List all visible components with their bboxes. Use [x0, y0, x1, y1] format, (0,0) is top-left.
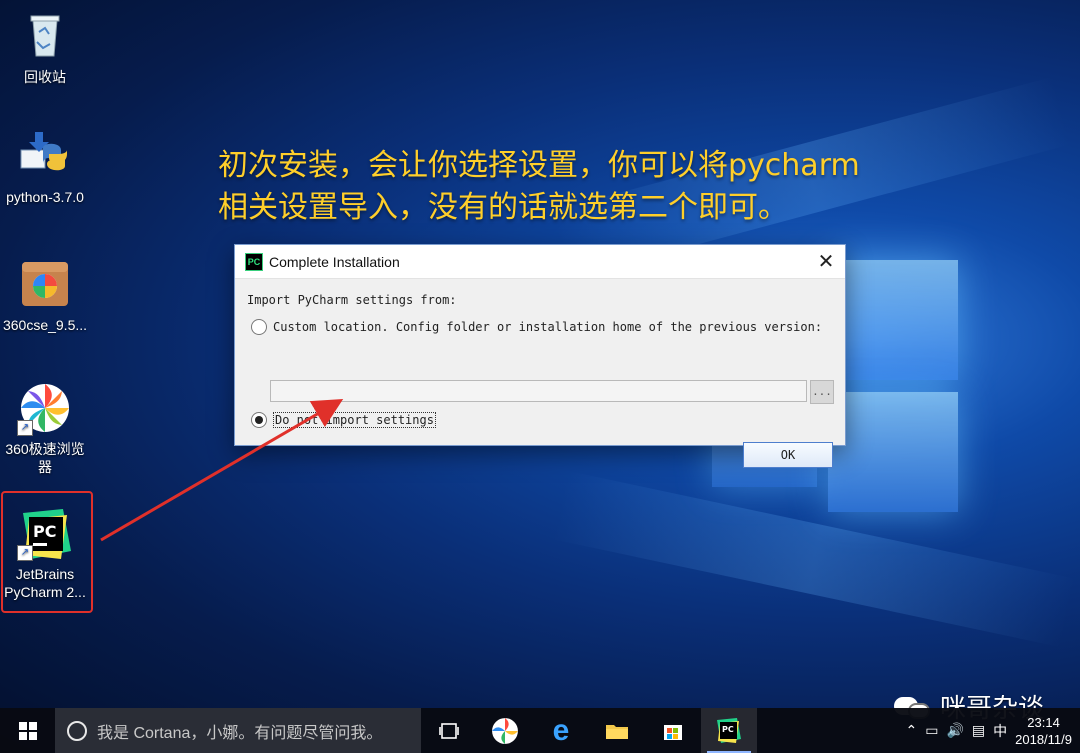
volume-icon[interactable]: 🔊 [946, 722, 963, 739]
search-placeholder: 我是 Cortana，小娜。有问题尽管问我。 [97, 724, 383, 742]
cortana-search-box[interactable]: 我是 Cortana，小娜。有问题尽管问我。 [55, 708, 421, 753]
shortcut-arrow-icon: ↗ [17, 420, 33, 436]
start-button[interactable] [0, 708, 55, 753]
annotation-line: 相关设置导入，没有的话就选第二个即可。 [218, 190, 788, 225]
recycle-bin-icon [19, 10, 71, 62]
taskbar-edge[interactable]: e [533, 708, 589, 753]
notification-icon[interactable]: ▤ [972, 722, 985, 739]
dialog-titlebar: PC Complete Installation ✕ [235, 245, 845, 279]
network-icon[interactable]: ▭ [925, 722, 938, 739]
svg-text:PC: PC [722, 725, 734, 734]
do-not-import-option[interactable]: Do not import settings [251, 412, 436, 428]
clock-date: 2018/11/9 [1015, 731, 1072, 747]
pycharm-icon: PC [245, 252, 263, 271]
config-path-input[interactable] [270, 380, 807, 402]
custom-location-option[interactable]: Custom location. Config folder or instal… [251, 319, 822, 335]
chevron-up-icon[interactable]: ⌃ [905, 722, 917, 739]
complete-installation-dialog: PC Complete Installation ✕ Import PyChar… [234, 244, 846, 468]
windows-logo-pane [828, 260, 958, 380]
pycharm-icon: PC [717, 717, 741, 743]
windows-logo-icon [18, 721, 37, 740]
close-icon: ✕ [817, 251, 835, 273]
taskbar-store[interactable] [645, 708, 701, 753]
taskbar-pycharm[interactable]: PC [701, 708, 757, 753]
desktop-icon-label: python-3.7.0 [6, 189, 84, 205]
installer-box-icon [19, 258, 71, 310]
taskbar-file-explorer[interactable] [589, 708, 645, 753]
browser-icon [492, 717, 518, 744]
light-beam [552, 470, 1076, 648]
import-prompt: Import PyCharm settings from: [247, 293, 457, 307]
desktop-icon-python[interactable]: python-3.7.0 [0, 130, 90, 206]
desktop-icon-label: 360极速浏览器 [5, 441, 85, 475]
highlight-box [1, 491, 93, 613]
annotation-line: 初次安装，会让你选择设置，你可以将pycharm [218, 148, 860, 183]
custom-location-label: Custom location. Config folder or instal… [273, 320, 823, 334]
dialog-body: Import PyCharm settings from: Custom loc… [235, 279, 845, 468]
file-explorer-icon [606, 724, 628, 739]
browse-button[interactable]: ... [810, 380, 834, 404]
do-not-import-radio[interactable] [251, 412, 267, 428]
system-tray: ⌃ ▭ 🔊 ▤ 中 23:14 2018/11/9 [905, 708, 1072, 753]
annotation-text: 初次安装，会让你选择设置，你可以将pycharm 相关设置导入，没有的话就选第二… [218, 145, 888, 229]
browser-icon: ↗ [17, 382, 71, 436]
desktop-icon-360-browser[interactable]: ↗ 360极速浏览器 [0, 382, 90, 476]
ime-indicator[interactable]: 中 [993, 721, 1007, 741]
cortana-icon [67, 720, 87, 741]
task-view-icon [439, 722, 459, 739]
dialog-title: Complete Installation [269, 253, 400, 270]
custom-location-radio[interactable] [251, 319, 267, 335]
windows-logo-pane [828, 392, 958, 512]
python-installer-icon [19, 130, 71, 182]
desktop-icon-label: 回收站 [24, 69, 66, 85]
store-icon [664, 724, 682, 740]
close-button[interactable]: ✕ [807, 246, 845, 278]
desktop-icon-label: 360cse_9.5... [2, 317, 88, 333]
desktop-icon-360cse[interactable]: 360cse_9.5... [0, 258, 90, 334]
taskbar: 我是 Cortana，小娜。有问题尽管问我。 e PC ⌃ ▭ 🔊 ▤ 中 23… [0, 708, 1080, 753]
do-not-import-label: Do not import settings [273, 412, 436, 428]
task-view-button[interactable] [421, 708, 477, 753]
taskbar-360-browser[interactable] [477, 708, 533, 753]
desktop-icon-recycle-bin[interactable]: 回收站 [0, 10, 90, 86]
clock-time: 23:14 [1027, 714, 1060, 730]
ok-button[interactable]: OK [743, 442, 833, 468]
clock[interactable]: 23:14 2018/11/9 [1015, 714, 1072, 748]
edge-icon: e [552, 713, 570, 747]
